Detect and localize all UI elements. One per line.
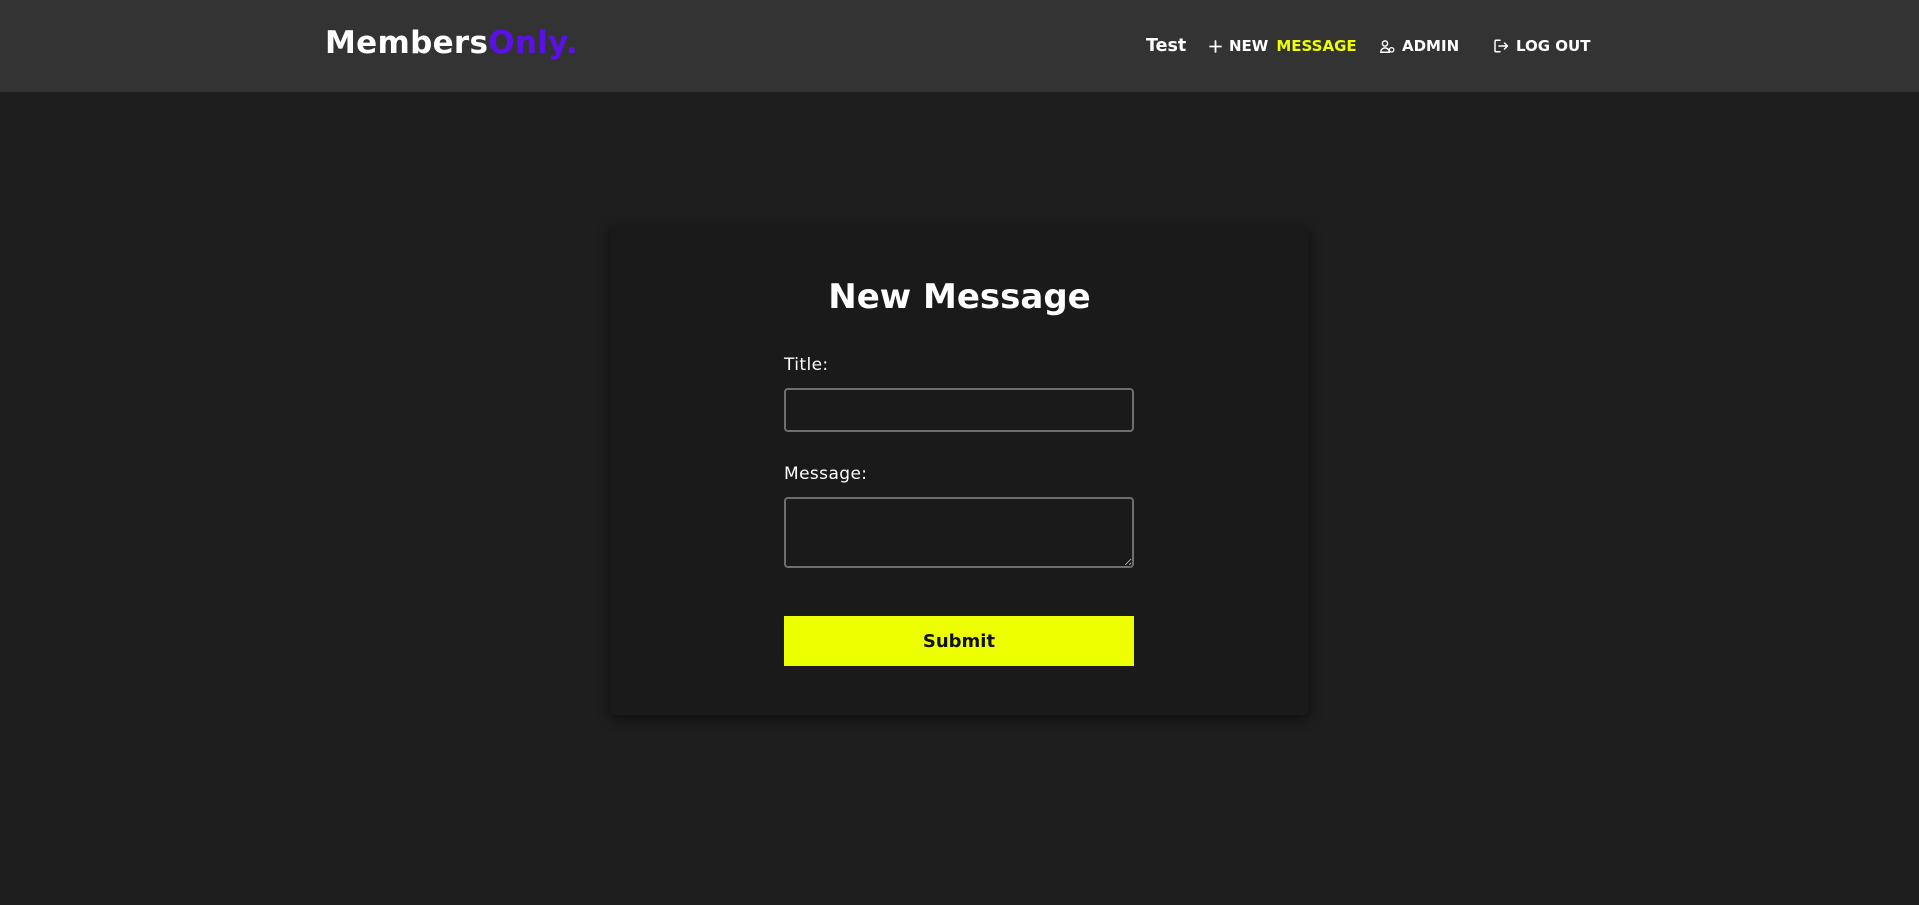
brand-logo[interactable]: MembersOnly. [325, 25, 578, 61]
logout-label: LOG OUT [1516, 37, 1591, 55]
admin-label: ADMIN [1402, 37, 1460, 55]
message-textarea[interactable] [784, 497, 1134, 568]
top-navbar: MembersOnly. Test NEW MESSAGE ADMIN LOG … [0, 0, 1919, 92]
new-message-highlight: MESSAGE [1276, 37, 1357, 55]
user-admin-icon [1380, 39, 1395, 53]
brand-name: Members [325, 25, 489, 61]
new-message-card: New Message Title: Message: Submit [610, 225, 1309, 715]
new-message-label: NEW [1229, 37, 1269, 55]
logout-icon [1494, 39, 1509, 53]
title-input[interactable] [784, 388, 1134, 432]
plus-icon [1209, 39, 1222, 53]
brand-accent: Only. [488, 25, 578, 61]
message-label: Message: [784, 464, 868, 484]
admin-link[interactable]: ADMIN [1380, 0, 1459, 92]
current-user-name: Test [1146, 36, 1187, 56]
submit-button[interactable]: Submit [784, 616, 1134, 666]
form-heading: New Message [828, 277, 1091, 317]
title-label: Title: [784, 355, 829, 375]
logout-link[interactable]: LOG OUT [1494, 0, 1590, 92]
new-message-link[interactable]: NEW MESSAGE [1209, 0, 1357, 92]
